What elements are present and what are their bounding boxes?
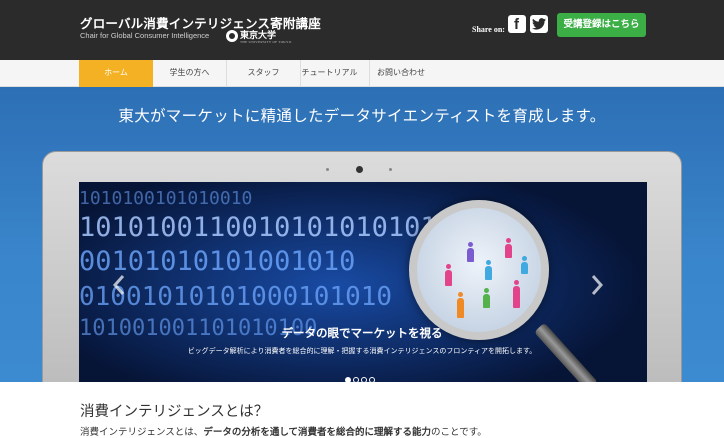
university-seal-icon [226,30,238,42]
person-figure [445,264,452,286]
binary-row: 00101010101001010 [79,246,356,277]
university-logo: 東京大学 THE UNIVERSITY OF TOKYO [226,28,291,46]
section-text-lead: 消費インテリジェンスとは、 [80,427,204,438]
main-nav: ホーム 学生の方へ スタッフ チュートリアル お問い合わせ [0,60,724,87]
nav-item-students[interactable]: 学生の方へ [153,60,227,87]
facebook-share-button[interactable]: f [508,15,526,33]
laptop-camera [356,166,363,173]
hero-section: 東大がマーケットに精通したデータサイエンティストを育成します。 10101001… [0,87,724,382]
site-title[interactable]: グローバル消費インテリジェンス寄附講座 [80,13,321,32]
site-header: グローバル消費インテリジェンス寄附講座 Chair for Global Con… [0,0,724,60]
carousel-indicators [345,368,377,382]
person-figure [483,288,490,308]
carousel-prev-arrow-icon[interactable] [112,273,126,297]
section-text-tail: のことです。 [431,427,487,438]
slide-caption: ビッグデータ解析により消費者を総合的に理解・把握する消費インテリジェンスのフロン… [187,347,537,355]
carousel-dot[interactable] [369,377,375,382]
nav-item-contact[interactable]: お問い合わせ [365,60,437,87]
person-figure [467,242,474,262]
site-subtitle: Chair for Global Consumer Intelligence [80,31,210,40]
facebook-icon: f [514,16,519,33]
hero-headline: 東大がマーケットに精通したデータサイエンティストを育成します。 [118,107,606,125]
share-label: Share on: [472,25,505,34]
binary-row: 10101001100101010101010 [79,212,453,243]
nav-item-home[interactable]: ホーム [79,60,153,87]
magnifying-glass-icon [409,200,549,340]
carousel-dot[interactable] [345,377,351,382]
binary-row: 01001010101000101010 [79,282,393,312]
section-text-emphasis: データの分析を通して消費者を総合的に理解する能力 [203,427,432,438]
person-figure [521,256,528,274]
nav-item-tutorial[interactable]: チュートリアル [290,60,370,87]
person-figure [513,280,520,308]
person-figure [485,260,492,280]
register-button[interactable]: 受講登録はこちら [557,13,646,37]
slide-title: データの眼でマーケットを視る [281,326,443,340]
carousel-dot[interactable] [361,377,367,382]
binary-row: 1010100101010010 [79,188,253,209]
laptop-sensor [326,168,329,171]
laptop-sensor [389,168,392,171]
carousel-next-arrow-icon[interactable] [590,273,604,297]
twitter-share-button[interactable] [530,15,548,33]
person-figure [457,292,464,318]
twitter-icon [532,18,546,30]
carousel-dot[interactable] [353,377,359,382]
university-logo-en: THE UNIVERSITY OF TOKYO [240,40,292,44]
person-figure [505,238,512,258]
section-title: 消費インテリジェンスとは？ [80,404,269,420]
